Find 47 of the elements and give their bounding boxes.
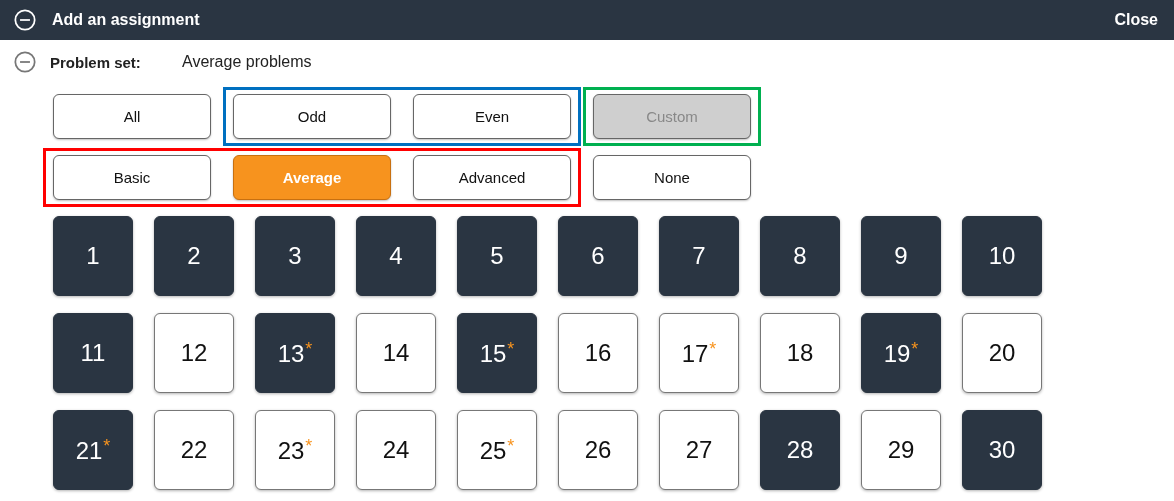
problem-tile[interactable]: 20 [962,313,1042,393]
problem-tile[interactable]: 22 [154,410,234,490]
field-label: Problem set: [50,53,142,71]
problem-tile[interactable]: 17$^{*}$ [659,313,739,393]
filter-button[interactable]: Odd [233,94,391,139]
problem-tile[interactable]: 13$^{*}$ [255,313,335,393]
problem-tile[interactable]: 12 [154,313,234,393]
asterisk-mark: * [709,338,717,359]
problem-tile[interactable]: 2 [154,216,234,296]
problem-tile[interactable]: 23$^{*}$ [255,410,335,490]
filter-button[interactable]: Even [413,94,571,139]
problem-tile[interactable]: 27 [659,410,739,490]
problem-tile[interactable]: 7 [659,216,739,296]
problem-tile[interactable]: 18 [760,313,840,393]
problem-tile[interactable]: 14 [356,313,436,393]
problem-tile[interactable]: 28 [760,410,840,490]
problem-tile[interactable]: 15$^{*}$ [457,313,537,393]
field-value: Average problems [182,53,312,71]
asterisk-mark: * [507,338,515,359]
asterisk-mark: * [103,435,111,456]
asterisk-mark: * [305,435,313,456]
problem-tile[interactable]: 5 [457,216,537,296]
problem-tile[interactable]: 4 [356,216,436,296]
problem-tile[interactable]: 9 [861,216,941,296]
problem-tile[interactable]: 3 [255,216,335,296]
problem-tile[interactable]: 25$^{*}$ [457,410,537,490]
problem-tile[interactable]: 1 [53,216,133,296]
asterisk-mark: * [305,338,313,359]
problem-tile[interactable]: 16 [558,313,638,393]
filter-button[interactable]: All [53,94,211,139]
problem-tile[interactable]: 30 [962,410,1042,490]
filter-button[interactable]: Advanced [413,155,571,200]
problem-tile[interactable]: 19$^{*}$ [861,313,941,393]
filter-button[interactable]: Basic [53,155,211,200]
dialog-title: Add an assignment [52,11,200,29]
problem-tile[interactable]: 21$^{*}$ [53,410,133,490]
problem-tile[interactable]: 11 [53,313,133,393]
problem-tile[interactable]: 10 [962,216,1042,296]
asterisk-mark: * [911,338,919,359]
problem-tile[interactable]: 6 [558,216,638,296]
problem-tile[interactable]: 29 [861,410,941,490]
problem-tile[interactable]: 8 [760,216,840,296]
problem-tile[interactable]: 26 [558,410,638,490]
close-button[interactable]: Close [1114,11,1158,29]
filter-button[interactable]: None [593,155,751,200]
problem-tile[interactable]: 24 [356,410,436,490]
asterisk-mark: * [507,435,515,456]
